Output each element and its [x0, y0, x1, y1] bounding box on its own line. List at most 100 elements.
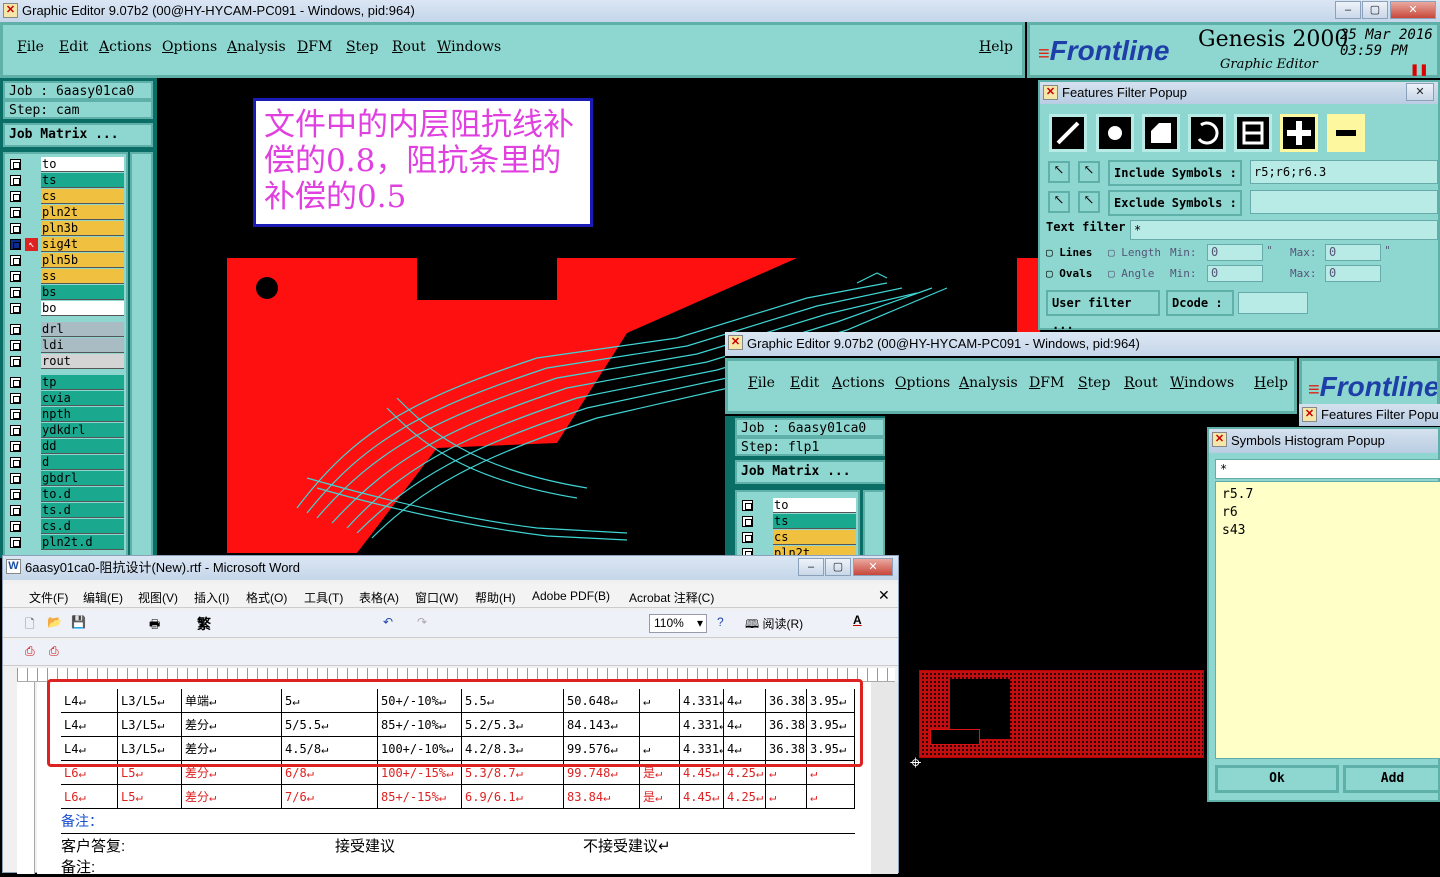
- layer-row-to[interactable]: to: [8, 157, 124, 172]
- menu-file[interactable]: File: [17, 39, 44, 55]
- angle-max-input[interactable]: 0: [1325, 265, 1381, 282]
- dcode-button[interactable]: Dcode :: [1166, 290, 1234, 316]
- table-cell[interactable]: 4.25↵: [724, 785, 766, 809]
- layer-row-ts[interactable]: ts: [8, 173, 124, 188]
- histogram-filter-input[interactable]: *: [1215, 459, 1440, 479]
- layer-checkbox[interactable]: [742, 532, 753, 543]
- arc-tool-button[interactable]: [1188, 114, 1226, 152]
- line-tool-button[interactable]: [1049, 114, 1087, 152]
- text-filter-input[interactable]: *: [1130, 220, 1438, 240]
- word-menu-file[interactable]: 文件(F): [29, 589, 68, 606]
- symbol-item[interactable]: s43: [1222, 522, 1435, 540]
- menu-windows[interactable]: Windows: [437, 39, 501, 55]
- include-arrow-icon[interactable]: ↖: [1048, 161, 1070, 183]
- layer-checkbox[interactable]: [10, 377, 21, 388]
- angle-min-input[interactable]: 0: [1207, 265, 1263, 282]
- include-symbols-input[interactable]: r5;r6;r6.3: [1250, 160, 1438, 184]
- length-min-input[interactable]: 0: [1207, 244, 1263, 261]
- layer-checkbox[interactable]: [10, 223, 21, 234]
- traditional-chinese-button[interactable]: 繁: [197, 614, 211, 634]
- vertical-ruler[interactable]: [17, 682, 35, 874]
- menu-actions[interactable]: Actions: [832, 375, 885, 391]
- popup-close-button[interactable]: ✕: [1406, 83, 1434, 101]
- table-cell[interactable]: ↵: [807, 785, 855, 809]
- minimize-button[interactable]: –: [1335, 1, 1361, 19]
- menu-dfm[interactable]: DFM: [1029, 375, 1064, 391]
- layer-row-ts-d[interactable]: ts.d: [8, 503, 124, 518]
- menu-step[interactable]: Step: [1078, 375, 1110, 391]
- menu-help[interactable]: Help: [979, 39, 1013, 55]
- symbol-item[interactable]: r5.7: [1222, 486, 1435, 504]
- layer-checkbox[interactable]: [10, 521, 21, 532]
- layer-row-rout[interactable]: rout: [8, 354, 124, 369]
- word-maximize-button[interactable]: ▢: [825, 558, 851, 576]
- layer-checkbox[interactable]: [742, 516, 753, 527]
- word-menu-format[interactable]: 格式(O): [246, 589, 287, 606]
- layer-checkbox[interactable]: [10, 255, 21, 266]
- word-menu-adobe-pdf[interactable]: Adobe PDF(B): [532, 589, 610, 603]
- length-max-input[interactable]: 0: [1325, 244, 1381, 261]
- menu-edit[interactable]: Edit: [59, 39, 88, 55]
- layer-checkbox[interactable]: [10, 505, 21, 516]
- layer-row-ss[interactable]: ss: [8, 269, 124, 284]
- table-cell[interactable]: 7/6↵: [282, 785, 378, 809]
- word-menu-acrobat[interactable]: Acrobat 注释(C): [629, 589, 714, 606]
- layer-row-pln2t[interactable]: pln2t: [8, 205, 124, 220]
- layer-row-d[interactable]: d: [8, 455, 124, 470]
- zoom-select[interactable]: 110% ▾: [649, 614, 707, 633]
- table-cell[interactable]: 85+/-15%↵: [378, 785, 462, 809]
- word-menu-insert[interactable]: 插入(I): [194, 589, 229, 606]
- table-cell[interactable]: L5↵: [118, 785, 182, 809]
- layer-checkbox[interactable]: [10, 175, 21, 186]
- exclude-arrow-icon[interactable]: ↖: [1048, 191, 1070, 213]
- pad-tool-button[interactable]: [1096, 114, 1134, 152]
- menu-analysis[interactable]: Analysis: [959, 375, 1018, 391]
- maximize-button[interactable]: ▢: [1362, 1, 1388, 19]
- layer-checkbox[interactable]: [10, 473, 21, 484]
- angle-checkbox[interactable]: ▢ Angle: [1108, 267, 1154, 280]
- undo-icon[interactable]: ↶: [383, 615, 393, 629]
- layer-row-ydkdrl[interactable]: ydkdrl: [8, 423, 124, 438]
- layer-row-pln2t-d[interactable]: pln2t.d: [8, 535, 124, 550]
- lines-checkbox[interactable]: ▢ Lines: [1046, 246, 1092, 259]
- ok-button[interactable]: Ok: [1215, 765, 1339, 793]
- menu-dfm[interactable]: DFM: [297, 39, 332, 55]
- word-close-button[interactable]: ✕: [853, 558, 893, 576]
- word-vertical-scrollbar[interactable]: [871, 682, 898, 874]
- second-layer-row-cs[interactable]: cs: [740, 530, 856, 545]
- menu-analysis[interactable]: Analysis: [227, 39, 286, 55]
- layer-row-cs[interactable]: cs: [8, 189, 124, 204]
- layer-row-bo[interactable]: bo: [8, 301, 124, 316]
- layer-row-pln3b[interactable]: pln3b: [8, 221, 124, 236]
- second-job-matrix-button[interactable]: Job Matrix ...: [735, 460, 885, 484]
- layer-checkbox[interactable]: [10, 457, 21, 468]
- table-cell[interactable]: 是↵: [640, 785, 680, 809]
- layer-checkbox[interactable]: [10, 409, 21, 420]
- exclude-symbols-button[interactable]: Exclude Symbols :: [1108, 190, 1242, 216]
- layer-checkbox[interactable]: [10, 159, 21, 170]
- word-menu-edit[interactable]: 编辑(E): [83, 589, 123, 606]
- menu-edit[interactable]: Edit: [790, 375, 819, 391]
- word-menu-tools[interactable]: 工具(T): [304, 589, 343, 606]
- layer-checkbox[interactable]: [10, 489, 21, 500]
- pdf-mail-icon[interactable]: ⎙: [49, 644, 59, 659]
- layer-list-scrollbar[interactable]: [130, 152, 153, 558]
- new-doc-icon[interactable]: 🗋: [25, 615, 35, 636]
- menu-actions[interactable]: Actions: [99, 39, 152, 55]
- include-select-icon[interactable]: ↖: [1078, 161, 1100, 183]
- exclude-select-icon[interactable]: ↖: [1078, 191, 1100, 213]
- layer-checkbox[interactable]: [10, 303, 21, 314]
- layer-checkbox[interactable]: [10, 425, 21, 436]
- layer-row-npth[interactable]: npth: [8, 407, 124, 422]
- surface-tool-button[interactable]: [1142, 114, 1180, 152]
- ovals-checkbox[interactable]: ▢ Ovals: [1046, 267, 1092, 280]
- layer-row-bs[interactable]: bs: [8, 285, 124, 300]
- second-layer-row-to[interactable]: to: [740, 498, 856, 513]
- menu-step[interactable]: Step: [346, 39, 378, 55]
- second-layer-row-ts[interactable]: ts: [740, 514, 856, 529]
- layer-checkbox[interactable]: [10, 271, 21, 282]
- negative-polarity-button[interactable]: [1327, 114, 1365, 152]
- word-menu-help[interactable]: 帮助(H): [475, 589, 516, 606]
- save-icon[interactable]: 💾: [71, 615, 86, 629]
- table-cell[interactable]: L6↵: [61, 785, 118, 809]
